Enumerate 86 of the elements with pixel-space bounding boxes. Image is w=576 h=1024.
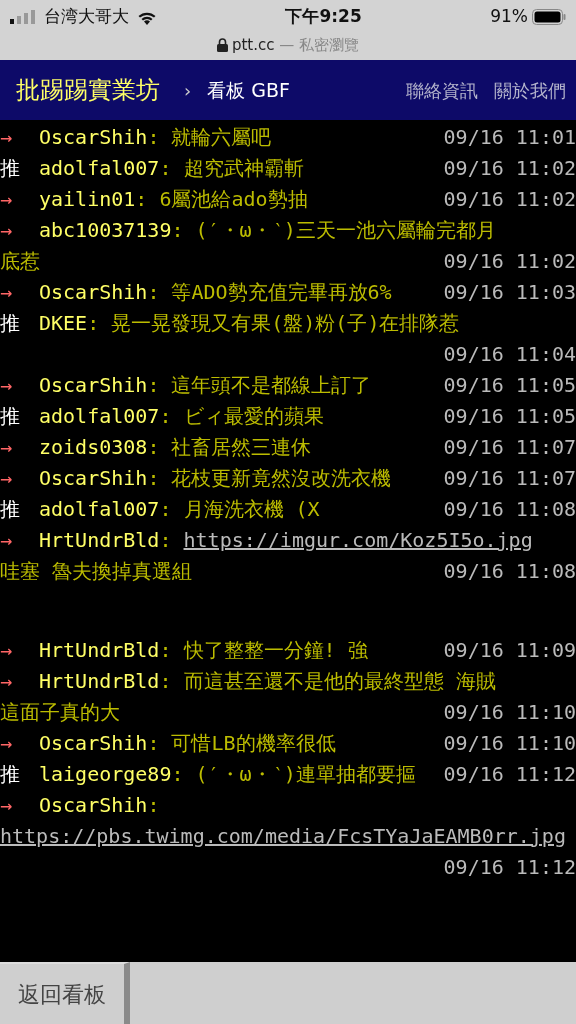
user-id: OscarShih — [39, 466, 148, 490]
push-tag: 推 — [0, 401, 39, 432]
comment-text: : 花枝更新竟然沒改洗衣機 — [147, 466, 392, 490]
push-tag: → — [0, 215, 39, 246]
comment-time: 09/16 11:01 — [443, 124, 576, 151]
comment-link[interactable]: https://pbs.twimg.com/media/FcsTYaJaEAMB0rr.jpg — [0, 824, 566, 848]
site-brand[interactable]: 批踢踢實業坊 — [16, 72, 160, 108]
push-tag: → — [0, 277, 39, 308]
comment-text: : 而這甚至還不是他的最終型態 海賊 — [159, 669, 496, 693]
comment-time: 09/16 11:07 — [443, 465, 576, 492]
push-tag: → — [0, 463, 39, 494]
comment-text: : (′・ω・‵)連單抽都要摳 — [171, 762, 416, 786]
comment-text: : 這年頭不是都線上訂了 — [147, 373, 372, 397]
comment-time: 09/16 11:02 — [443, 155, 576, 182]
nav-link[interactable]: 聯絡資訊 — [406, 76, 478, 104]
comment-text: : 晃一晃發現又有果(盤)粉(子)在排隊惹 — [87, 311, 460, 335]
push-tag: → — [0, 666, 39, 697]
comment-text: : — [159, 528, 173, 552]
carrier-name: 台湾大哥大 — [44, 5, 129, 29]
push-tag: 推 — [0, 759, 39, 790]
clock-time: 下午9:25 — [285, 5, 362, 29]
comment-time: 09/16 11:09 — [443, 637, 576, 664]
push-tag: → — [0, 728, 39, 759]
comment-link[interactable]: https://imgur.com/Koz5I5o.jpg — [183, 528, 533, 552]
push-tag: 推 — [0, 308, 39, 339]
push-tag: → — [0, 184, 39, 215]
comment-text: : 社畜居然三連休 — [147, 435, 312, 459]
comment-text: : 月海洗衣機 (X — [159, 497, 320, 521]
comment-text: : — [147, 793, 160, 817]
comment-time: 09/16 11:10 — [443, 699, 576, 726]
user-id: yailin01 — [39, 187, 136, 211]
user-id: OscarShih — [39, 125, 148, 149]
user-id: OscarShih — [39, 373, 148, 397]
comment-time: 09/16 11:12 — [443, 854, 576, 881]
breadcrumb-separator: › — [184, 78, 192, 103]
comment-text: : (′・ω・‵)三天一池六屬輪完都月 — [171, 218, 496, 242]
comment-text: 底惹 — [0, 249, 40, 273]
comment-time: 09/16 11:04 — [443, 341, 576, 368]
user-id: HrtUndrBld — [39, 669, 160, 693]
battery-percent: 91% — [490, 5, 528, 29]
battery-icon — [532, 9, 566, 25]
comment-time: 09/16 11:02 — [443, 186, 576, 213]
comment-text: : 可惜LB的機率很低 — [147, 731, 336, 755]
push-tag: 推 — [0, 153, 39, 184]
comment-text: 這面子真的大 — [0, 700, 120, 724]
comment-text: : 快了整整一分鐘! 強 — [159, 638, 368, 662]
push-tag: 推 — [0, 494, 39, 525]
comment-time: 09/16 11:08 — [443, 558, 576, 585]
user-id: HrtUndrBld — [39, 638, 160, 662]
board-link[interactable]: 看板 GBF — [207, 75, 290, 105]
comment-time: 09/16 11:07 — [443, 434, 576, 461]
back-to-board-button[interactable]: 返回看板 — [0, 962, 130, 1024]
user-id: OscarShih — [39, 280, 148, 304]
comment-time: 09/16 11:05 — [443, 372, 576, 399]
signal-icon — [10, 10, 36, 24]
push-tag: → — [0, 122, 39, 153]
user-id: HrtUndrBld — [39, 528, 160, 552]
nav-link[interactable]: 關於我們 — [494, 76, 566, 104]
comment-time: 09/16 11:03 — [443, 279, 576, 306]
comment-text: : 就輪六屬吧 — [147, 125, 272, 149]
user-id: OscarShih — [39, 731, 148, 755]
comment-time: 09/16 11:10 — [443, 730, 576, 757]
user-id: OscarShih — [39, 793, 148, 817]
comment-time: 09/16 11:08 — [443, 496, 576, 523]
comment-time: 09/16 11:05 — [443, 403, 576, 430]
user-id: abc10037139 — [39, 218, 172, 242]
user-id: DKEE — [39, 311, 88, 335]
address-text[interactable]: ptt.cc — 私密瀏覽 — [231, 34, 360, 57]
push-tag: → — [0, 370, 39, 401]
comment-text: : 等ADO勢充值完畢再放6% — [147, 280, 392, 304]
lock-icon — [216, 38, 228, 53]
user-id: laigeorge89 — [39, 762, 172, 786]
comment-text: 哇塞 魯夫換掉真選組 — [0, 559, 193, 583]
comment-text: : 6屬池給ado勢抽 — [135, 187, 308, 211]
comment-time: 09/16 11:12 — [443, 761, 576, 788]
comment-text: : ビィ最愛的蘋果 — [159, 404, 324, 428]
comment-text: : 超究武神霸斬 — [159, 156, 304, 180]
user-id: adolfal007 — [39, 156, 160, 180]
push-tag: → — [0, 635, 39, 666]
user-id: adolfal007 — [39, 497, 160, 521]
push-tag: → — [0, 432, 39, 463]
user-id: zoids0308 — [39, 435, 148, 459]
user-id: adolfal007 — [39, 404, 160, 428]
push-tag: → — [0, 525, 39, 556]
comment-time: 09/16 11:02 — [443, 248, 576, 275]
push-tag: → — [0, 790, 39, 821]
